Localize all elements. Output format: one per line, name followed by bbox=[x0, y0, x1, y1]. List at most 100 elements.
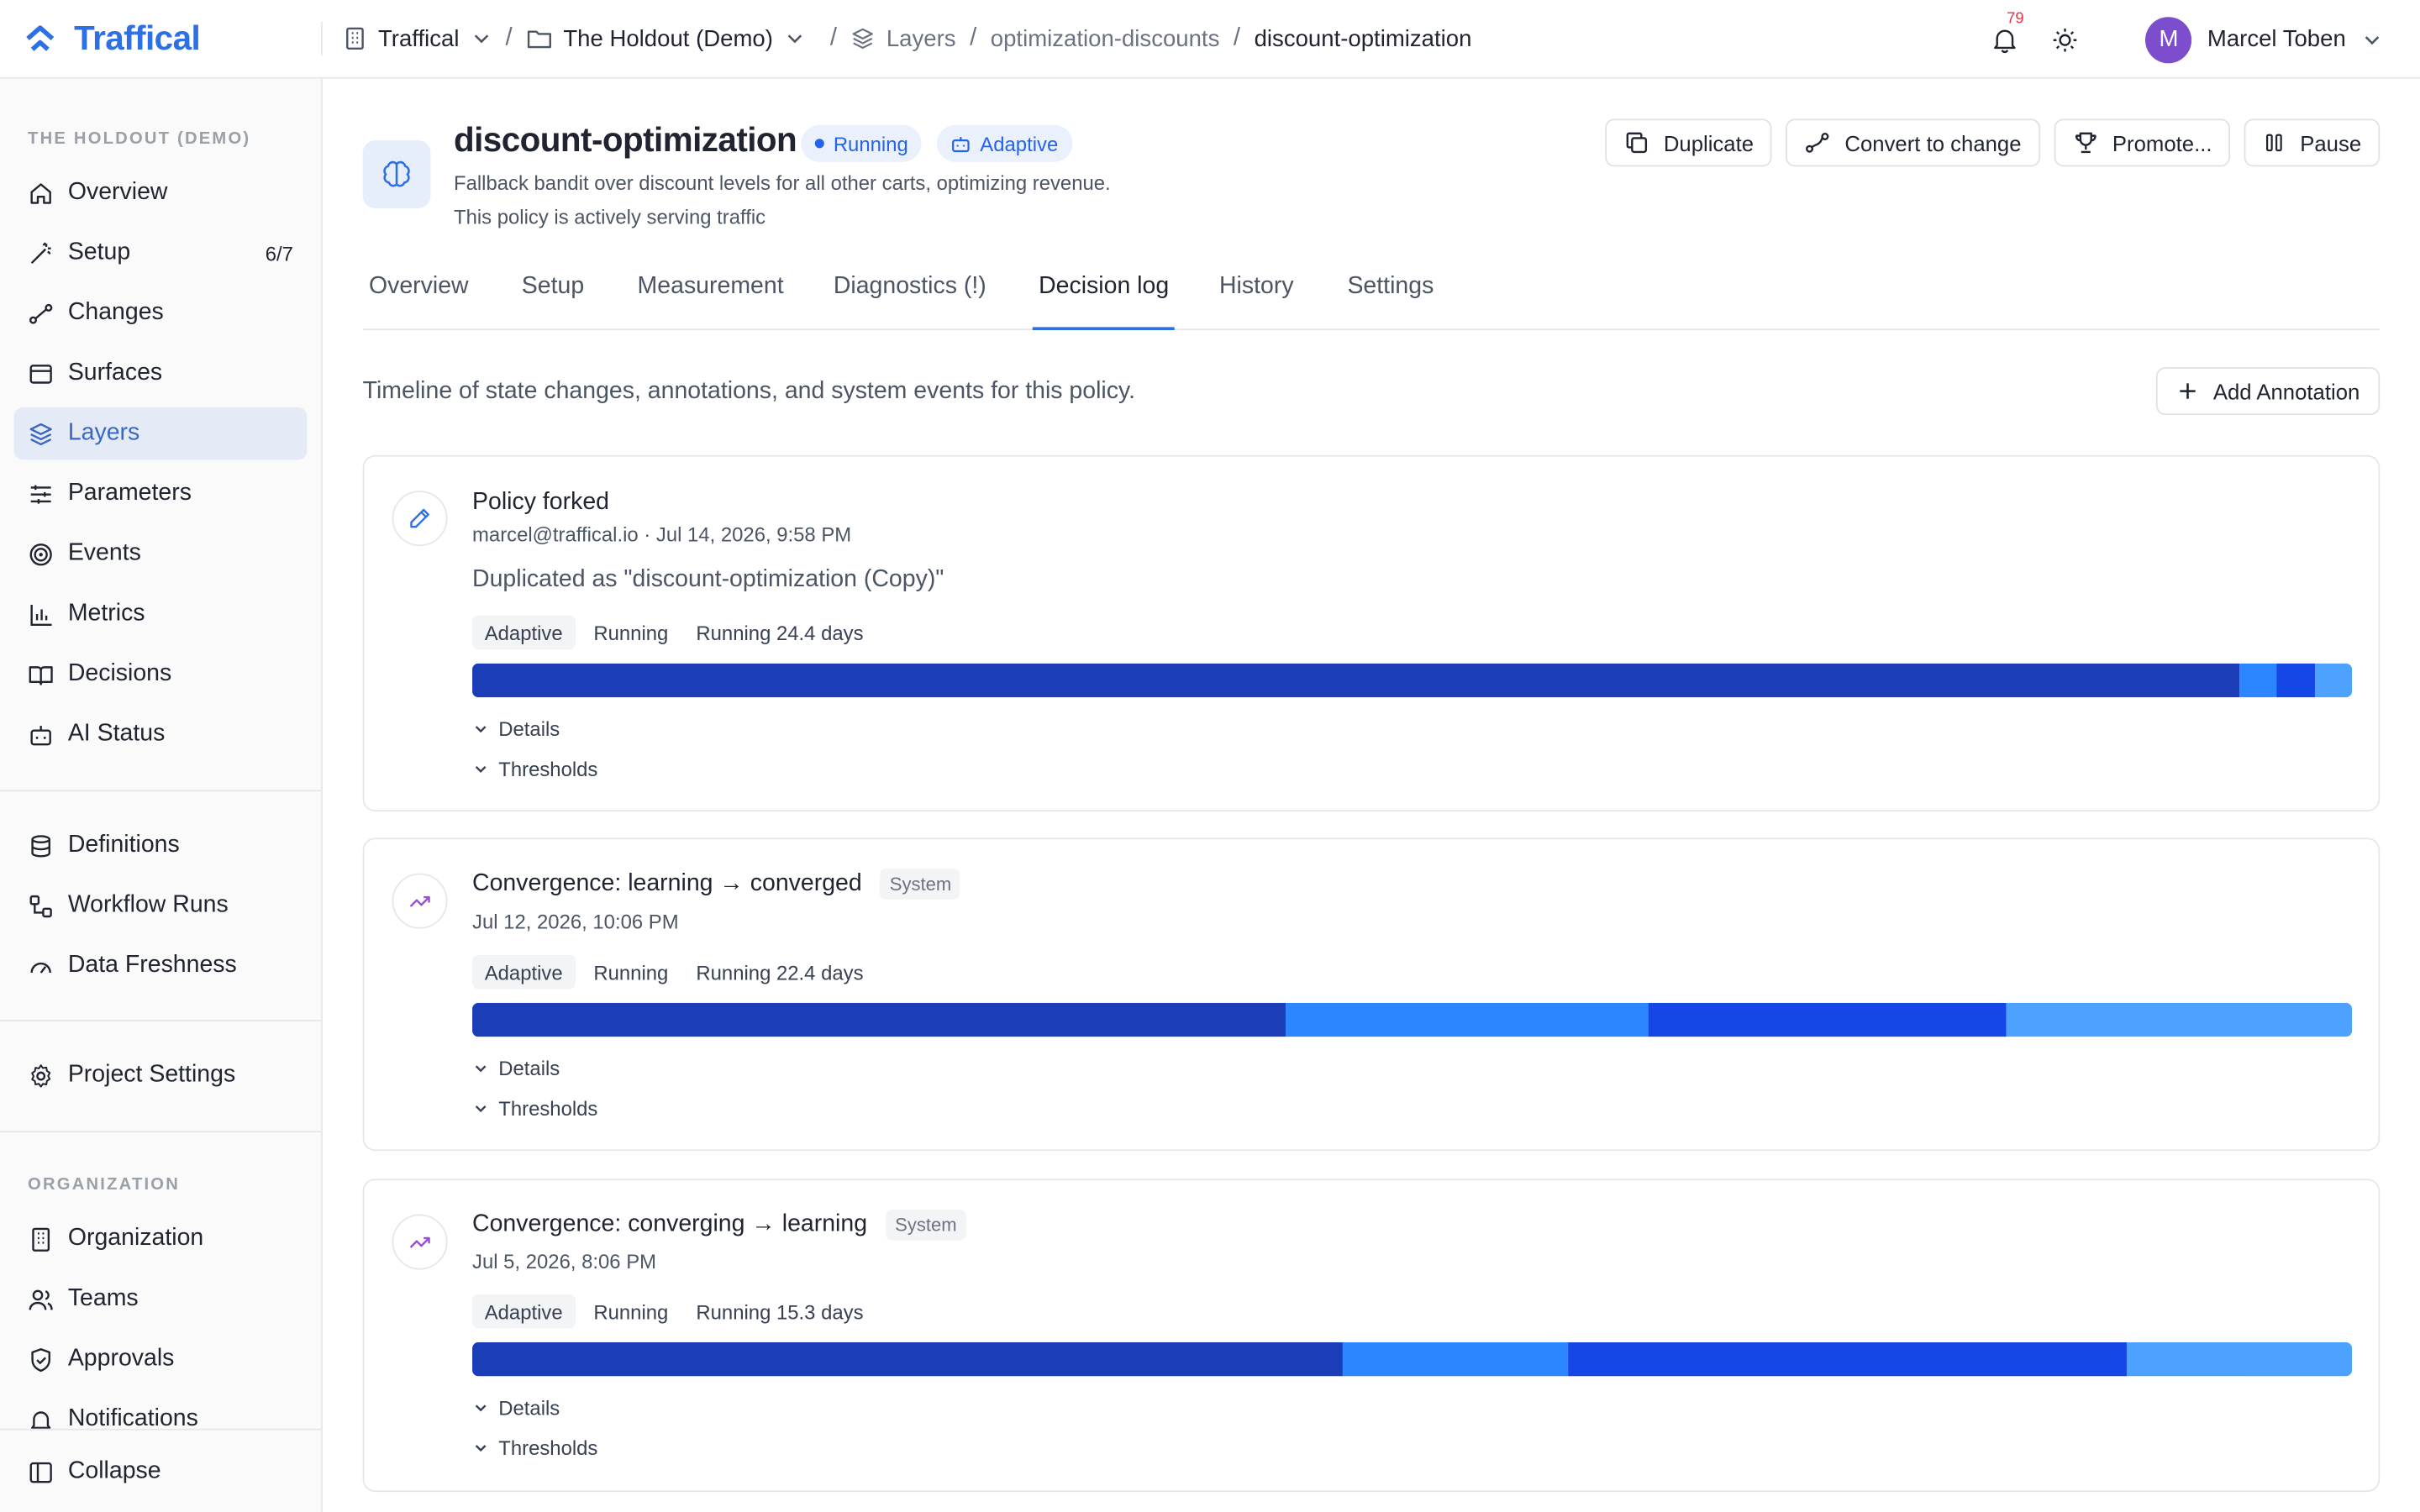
sidebar-item-teams[interactable]: Teams bbox=[14, 1273, 308, 1325]
details-toggle[interactable]: Details bbox=[472, 1396, 560, 1420]
tab-decision-log[interactable]: Decision log bbox=[1032, 273, 1176, 331]
thresholds-toggle[interactable]: Thresholds bbox=[472, 1097, 597, 1120]
entry-title-text: Convergence: converging → learning bbox=[472, 1210, 868, 1238]
breadcrumb-separator: / bbox=[970, 24, 977, 51]
sidebar-item-label: Organization bbox=[67, 1225, 204, 1252]
chevron-down-icon bbox=[475, 1065, 487, 1073]
target-icon bbox=[28, 541, 54, 567]
tab-diagnostics[interactable]: Diagnostics (!) bbox=[834, 273, 986, 330]
breadcrumb-separator: / bbox=[829, 24, 838, 51]
tab-setup[interactable]: Setup bbox=[522, 273, 584, 330]
trending-up-icon bbox=[409, 1236, 430, 1248]
policy-actions: Duplicate Convert to change Promote... P… bbox=[1605, 118, 2381, 167]
thresholds-toggle[interactable]: Thresholds bbox=[472, 1436, 597, 1460]
duplicate-button[interactable]: Duplicate bbox=[1605, 118, 1773, 167]
convert-to-change-button[interactable]: Convert to change bbox=[1786, 118, 2040, 167]
entry-title-text: Policy forked bbox=[472, 489, 610, 516]
tab-history[interactable]: History bbox=[1219, 273, 1294, 330]
entry-type-badge bbox=[392, 873, 448, 929]
project-name: The Holdout (Demo) bbox=[563, 25, 773, 52]
breadcrumb-policy: discount-optimization bbox=[1254, 25, 1472, 52]
pause-button[interactable]: Pause bbox=[2244, 118, 2381, 167]
sidebar-item-setup[interactable]: Setup 6/7 bbox=[14, 227, 308, 279]
layers-icon bbox=[853, 28, 874, 50]
project-switcher[interactable]: The Holdout (Demo) bbox=[526, 25, 805, 52]
thresholds-label: Thresholds bbox=[498, 757, 598, 781]
brand-logo[interactable]: Traffical bbox=[0, 0, 321, 78]
entry-title: Convergence: converging → learning Syste… bbox=[472, 1209, 966, 1241]
sidebar-item-label: Events bbox=[67, 539, 141, 567]
allocation-segment bbox=[2238, 663, 2277, 698]
top-right-controls: 79 M Marcel Toben bbox=[1985, 0, 2420, 79]
entry-meta: marcel@traffical.io · Jul 14, 2026, 9:58… bbox=[472, 522, 852, 547]
workflow-icon bbox=[28, 893, 54, 919]
allocation-bar bbox=[472, 1341, 2353, 1377]
allocation-bar bbox=[472, 663, 2353, 698]
tab-measurement[interactable]: Measurement bbox=[638, 273, 784, 330]
sidebar-item-label: Parameters bbox=[67, 480, 192, 507]
building-icon bbox=[346, 27, 364, 50]
copy-icon bbox=[1626, 132, 1647, 154]
sliders-icon bbox=[28, 480, 54, 507]
sidebar-item-overview[interactable]: Overview bbox=[14, 166, 308, 218]
allocation-segment bbox=[1286, 1002, 1649, 1037]
sidebar-item-metrics[interactable]: Metrics bbox=[14, 588, 308, 640]
chevron-down-icon bbox=[475, 1404, 487, 1412]
allocation-segment bbox=[472, 663, 2239, 698]
sidebar-item-organization[interactable]: Organization bbox=[14, 1213, 308, 1265]
add-annotation-button[interactable]: Add Annotation bbox=[2155, 367, 2381, 416]
tab-overview[interactable]: Overview bbox=[369, 273, 469, 330]
sidebar-item-approvals[interactable]: Approvals bbox=[14, 1333, 308, 1385]
system-tag: System bbox=[880, 869, 961, 900]
entry-description: Duplicated as "discount-optimization (Co… bbox=[472, 566, 944, 593]
entry-title: Policy forked bbox=[472, 489, 609, 517]
sidebar-item-label: Teams bbox=[67, 1284, 139, 1312]
sidebar-item-label: Metrics bbox=[67, 600, 145, 627]
chevron-down-icon bbox=[787, 34, 802, 44]
theme-toggle[interactable] bbox=[2047, 21, 2084, 58]
user-menu[interactable]: M Marcel Toben bbox=[2145, 16, 2382, 63]
entry-chips: Adaptive Running Running 24.4 days bbox=[472, 615, 873, 650]
sidebar-item-label: Approvals bbox=[67, 1345, 175, 1372]
sidebar-item-events[interactable]: Events bbox=[14, 528, 308, 580]
sidebar-item-layers[interactable]: Layers bbox=[13, 407, 308, 460]
system-tag: System bbox=[886, 1209, 966, 1241]
book-icon bbox=[28, 661, 54, 687]
notifications-button[interactable]: 79 bbox=[1985, 10, 2025, 60]
breadcrumb-layer[interactable]: optimization-discounts bbox=[991, 25, 1220, 51]
chevron-down-icon bbox=[475, 765, 487, 774]
promote-button[interactable]: Promote... bbox=[2054, 118, 2231, 167]
allocation-segment bbox=[1568, 1341, 2127, 1377]
breadcrumb-layers[interactable]: Layers bbox=[851, 25, 956, 52]
duplicate-label: Duplicate bbox=[1663, 130, 1754, 155]
add-annotation-label: Add Annotation bbox=[2212, 378, 2360, 404]
sidebar-item-label: Data Freshness bbox=[67, 952, 237, 979]
sidebar-item-parameters[interactable]: Parameters bbox=[14, 468, 308, 520]
sidebar-item-data-freshness[interactable]: Data Freshness bbox=[14, 940, 308, 992]
sidebar-item-ai-status[interactable]: AI Status bbox=[14, 708, 308, 760]
allocation-bar bbox=[472, 1002, 2353, 1037]
tab-settings[interactable]: Settings bbox=[1347, 273, 1434, 330]
entry-title: Convergence: learning → converged System bbox=[472, 869, 961, 900]
sidebar-item-project-settings[interactable]: Project Settings bbox=[14, 1049, 308, 1101]
collapse-label: Collapse bbox=[67, 1457, 161, 1484]
sidebar-item-workflow-runs[interactable]: Workflow Runs bbox=[14, 879, 308, 932]
details-toggle[interactable]: Details bbox=[472, 717, 560, 741]
layers-icon bbox=[28, 421, 54, 447]
policy-avatar bbox=[362, 140, 431, 208]
sidebar-item-changes[interactable]: Changes bbox=[14, 287, 308, 339]
chevron-down-icon bbox=[475, 1105, 487, 1113]
log-entry: Convergence: learning → converged System… bbox=[362, 837, 2381, 1152]
thresholds-toggle[interactable]: Thresholds bbox=[472, 757, 598, 781]
trending-up-icon bbox=[409, 895, 430, 907]
details-toggle[interactable]: Details bbox=[472, 1057, 560, 1080]
breadcrumb-layers-label: Layers bbox=[886, 25, 956, 52]
sidebar-item-surfaces[interactable]: Surfaces bbox=[14, 347, 308, 399]
entry-chips: Adaptive Running Running 22.4 days bbox=[472, 954, 873, 990]
sidebar-item-decisions[interactable]: Decisions bbox=[14, 648, 308, 700]
collapse-sidebar-button[interactable]: Collapse bbox=[14, 1446, 308, 1498]
org-switcher[interactable]: Traffical bbox=[343, 25, 492, 52]
sidebar-item-definitions[interactable]: Definitions bbox=[14, 819, 308, 871]
browser-icon bbox=[28, 360, 54, 386]
sidebar-item-label: Changes bbox=[67, 299, 164, 326]
